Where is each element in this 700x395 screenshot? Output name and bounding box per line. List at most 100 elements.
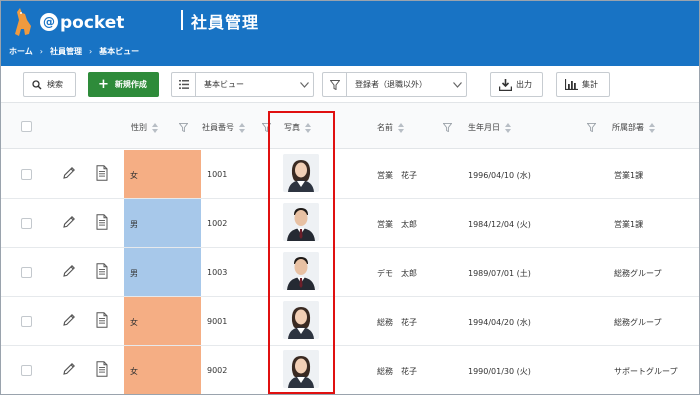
- filter-icon[interactable]: [443, 123, 452, 132]
- document-icon[interactable]: [96, 361, 108, 377]
- filter-icon[interactable]: [587, 123, 596, 132]
- document-icon[interactable]: [96, 165, 108, 181]
- female-employee-photo[interactable]: [283, 350, 319, 388]
- breadcrumb-home[interactable]: ホーム: [9, 46, 33, 57]
- export-button[interactable]: 出力: [490, 72, 543, 97]
- pencil-icon[interactable]: [62, 264, 76, 278]
- document-icon[interactable]: [96, 263, 108, 279]
- create-new-button[interactable]: + 新規作成: [88, 72, 159, 97]
- employee-no-cell: 1001: [207, 170, 228, 179]
- row-checkbox[interactable]: [21, 218, 32, 229]
- filter-icon[interactable]: [179, 123, 188, 132]
- page-title: 社員管理: [191, 13, 260, 32]
- department-cell: 総務グループ: [614, 269, 662, 278]
- column-header-department[interactable]: 所属部署: [612, 122, 655, 133]
- view-select[interactable]: 基本ビュー: [171, 72, 314, 97]
- birthdate-cell: 1996/04/10 (水): [468, 171, 531, 180]
- employee-no-cell: 9001: [207, 317, 228, 326]
- row-checkbox[interactable]: [21, 267, 32, 278]
- chevron-down-icon: [448, 81, 466, 88]
- pencil-icon[interactable]: [62, 215, 76, 229]
- sort-icon[interactable]: [305, 122, 311, 133]
- table-row[interactable]: 女 1001 営業 花子 1996/04/10 (水) 営業1課: [1, 150, 699, 199]
- pocket-logo[interactable]: @ pocket: [9, 4, 139, 42]
- summary-label: 集計: [582, 80, 598, 89]
- filter-icon[interactable]: [262, 123, 271, 132]
- document-icon[interactable]: [96, 312, 108, 328]
- column-label: 生年月日: [468, 123, 500, 132]
- svg-text:@: @: [43, 15, 55, 29]
- svg-text:pocket: pocket: [60, 13, 124, 33]
- breadcrumb: ホーム › 社員管理 › 基本ビュー: [9, 46, 139, 57]
- department-cell: 営業1課: [614, 171, 644, 180]
- sort-icon[interactable]: [398, 122, 404, 133]
- birthdate-cell: 1984/12/04 (火): [468, 220, 531, 229]
- column-header-birthdate[interactable]: 生年月日: [468, 122, 511, 133]
- chevron-down-icon: [295, 81, 313, 88]
- name-cell: 総務 花子: [377, 318, 417, 327]
- birthdate-cell: 1990/01/30 (火): [468, 367, 531, 376]
- row-checkbox[interactable]: [21, 316, 32, 327]
- name-cell: 総務 花子: [377, 367, 417, 376]
- column-header-employee-no[interactable]: 社員番号: [202, 122, 245, 133]
- table-row[interactable]: 女 9001 総務 花子 1994/04/20 (水) 総務グループ: [1, 297, 699, 346]
- row-checkbox[interactable]: [21, 169, 32, 180]
- table-row[interactable]: 男 1003 デモ 太郎 1989/07/01 (土) 総務グループ: [1, 248, 699, 297]
- header-divider: [181, 10, 183, 30]
- breadcrumb-separator-icon: ›: [88, 47, 93, 56]
- sort-icon[interactable]: [649, 122, 655, 133]
- column-header-name[interactable]: 名前: [377, 122, 404, 133]
- department-cell: 総務グループ: [614, 318, 662, 327]
- select-all-checkbox[interactable]: [21, 121, 32, 132]
- plus-icon: +: [98, 77, 109, 92]
- gender-cell: 女: [124, 346, 201, 394]
- pencil-icon[interactable]: [62, 362, 76, 376]
- sort-icon[interactable]: [505, 122, 511, 133]
- gender-cell: 男: [124, 199, 201, 247]
- female-employee-photo[interactable]: [283, 154, 319, 192]
- breadcrumb-employee-management[interactable]: 社員管理: [50, 46, 82, 57]
- department-cell: サポートグループ: [614, 367, 678, 376]
- gender-cell: 女: [124, 150, 201, 198]
- employee-table: 性別 社員番号 写真 名前 生年月日 所属部署 女 1001 営業 花子 199…: [1, 103, 699, 394]
- sort-icon[interactable]: [239, 122, 245, 133]
- name-cell: デモ 太郎: [377, 269, 417, 278]
- table-row[interactable]: 女 9002 総務 花子 1990/01/30 (火) サポートグループ: [1, 346, 699, 394]
- summary-button[interactable]: 集計: [556, 72, 610, 97]
- view-select-value: 基本ビュー: [204, 80, 244, 89]
- app-window: @ pocket 社員管理 ホーム › 社員管理 › 基本ビュー 検索 + 新規…: [0, 0, 700, 395]
- pencil-icon[interactable]: [62, 313, 76, 327]
- row-checkbox[interactable]: [21, 365, 32, 376]
- list-icon: [172, 73, 196, 96]
- search-button-label: 検索: [47, 80, 63, 89]
- breadcrumb-separator-icon: ›: [39, 47, 43, 56]
- female-employee-photo[interactable]: [283, 301, 319, 339]
- column-label: 性別: [131, 123, 147, 132]
- male-employee-photo[interactable]: [283, 252, 319, 290]
- column-label: 名前: [377, 123, 393, 132]
- bar-chart-icon: [565, 79, 578, 90]
- column-header-photo[interactable]: 写真: [284, 122, 311, 133]
- birthdate-cell: 1989/07/01 (土): [468, 269, 531, 278]
- filter-icon: [323, 73, 347, 96]
- breadcrumb-basic-view: 基本ビュー: [99, 47, 140, 56]
- gender-cell: 女: [124, 297, 201, 345]
- table-row[interactable]: 男 1002 営業 太郎 1984/12/04 (火) 営業1課: [1, 199, 699, 248]
- filter-select[interactable]: 登録者（退職以外）: [322, 72, 467, 97]
- sort-icon[interactable]: [152, 122, 158, 133]
- table-header: 性別 社員番号 写真 名前 生年月日 所属部署: [1, 103, 699, 149]
- name-cell: 営業 太郎: [377, 220, 417, 229]
- employee-no-cell: 1002: [207, 219, 228, 228]
- male-employee-photo[interactable]: [283, 203, 319, 241]
- document-icon[interactable]: [96, 214, 108, 230]
- toolbar: 検索 + 新規作成 基本ビュー 登録者（退職以外） 出力 集計: [1, 66, 699, 103]
- app-header: @ pocket 社員管理 ホーム › 社員管理 › 基本ビュー: [1, 1, 699, 66]
- column-header-gender[interactable]: 性別: [131, 122, 158, 133]
- column-label: 写真: [284, 123, 300, 132]
- search-button[interactable]: 検索: [23, 72, 76, 97]
- search-icon: [32, 79, 42, 89]
- filter-select-value: 登録者（退職以外）: [355, 80, 427, 89]
- pencil-icon[interactable]: [62, 166, 76, 180]
- name-cell: 営業 花子: [377, 171, 417, 180]
- employee-no-cell: 1003: [207, 268, 228, 277]
